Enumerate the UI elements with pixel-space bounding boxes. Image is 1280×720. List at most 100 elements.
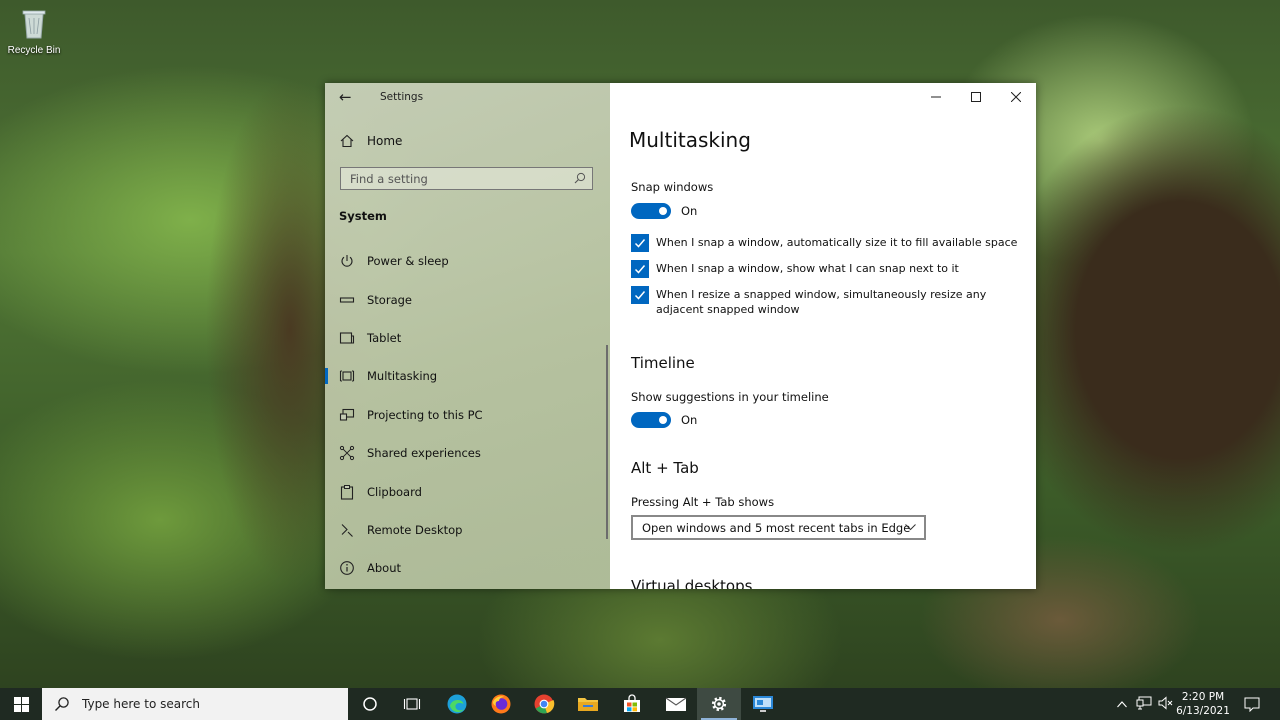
sidebar-item-label: Multitasking: [367, 369, 438, 384]
start-button[interactable]: [0, 688, 42, 720]
settings-content: Multitasking Snap windows On When I snap…: [610, 83, 1036, 589]
alt-tab-dropdown[interactable]: Open windows and 5 most recent tabs in E…: [631, 515, 926, 540]
title-bar[interactable]: ← Settings: [325, 83, 610, 111]
timeline-heading: Timeline: [631, 354, 695, 372]
file-explorer-taskbar-button[interactable]: [566, 688, 610, 720]
recycle-bin-icon: [22, 10, 46, 39]
alt-tab-heading: Alt + Tab: [631, 459, 699, 477]
snap-assist-checkbox[interactable]: [631, 260, 649, 278]
sidebar-item-label: Projecting to this PC: [367, 407, 483, 422]
snap-assist-label: When I snap a window, show what I can sn…: [656, 262, 959, 275]
minimize-icon: [931, 96, 941, 98]
snap-autosize-label: When I snap a window, automatically size…: [656, 236, 1018, 249]
maximize-icon: [971, 92, 981, 102]
snap-resize-checkbox[interactable]: [631, 286, 649, 304]
checkmark-icon: [634, 239, 646, 248]
firefox-taskbar-button[interactable]: [479, 688, 523, 720]
chrome-icon: [534, 694, 555, 714]
sidebar-item-tablet[interactable]: Tablet: [325, 319, 610, 357]
page-title: Multitasking: [629, 128, 751, 152]
nav-home[interactable]: Home: [339, 133, 402, 149]
sidebar-item-remote-desktop[interactable]: Remote Desktop: [325, 511, 610, 549]
taskbar: 2:20 PM 6/13/2021: [0, 688, 1280, 720]
system-tray: [1114, 688, 1174, 720]
sidebar-item-power-sleep[interactable]: Power & sleep: [325, 242, 610, 280]
sidebar-item-label: Clipboard: [367, 484, 422, 499]
maximize-button[interactable]: [956, 83, 996, 111]
nav-list: Power & sleep Storage Tablet Multitaskin…: [325, 242, 610, 588]
search-icon: [55, 697, 69, 711]
store-taskbar-button[interactable]: [610, 688, 654, 720]
chevron-down-icon: [905, 524, 916, 531]
checkmark-icon: [634, 291, 646, 300]
recycle-bin[interactable]: Recycle Bin: [4, 6, 64, 56]
edge-taskbar-button[interactable]: [435, 688, 479, 720]
shared-experiences-icon: [339, 446, 355, 461]
sidebar-item-storage[interactable]: Storage: [325, 280, 610, 318]
timeline-suggestions-label: Show suggestions in your timeline: [631, 390, 829, 404]
close-button[interactable]: [996, 83, 1036, 111]
settings-window: ← Settings Home System Power & sl: [325, 83, 1036, 589]
clock-date: 6/13/2021: [1176, 705, 1230, 717]
alt-tab-label: Pressing Alt + Tab shows: [631, 495, 775, 509]
sidebar-item-label: Storage: [367, 292, 412, 307]
gear-icon: [711, 696, 727, 712]
clock-time: 2:20 PM: [1181, 691, 1225, 703]
taskbar-search-input[interactable]: [80, 696, 344, 712]
timeline-suggestions-toggle[interactable]: [631, 412, 671, 428]
section-label-system: System: [339, 209, 387, 223]
home-icon: [340, 134, 354, 148]
mail-taskbar-button[interactable]: [654, 688, 698, 720]
remote-desktop-icon: [341, 524, 353, 537]
store-bag-icon: [624, 694, 640, 712]
settings-taskbar-button[interactable]: [697, 688, 741, 720]
taskbar-search[interactable]: [42, 688, 348, 720]
snap-windows-label: Snap windows: [631, 180, 714, 194]
snap-autosize-checkbox[interactable]: [631, 234, 649, 252]
timeline-toggle-state: On: [681, 413, 698, 427]
remote-desktop-app-icon: [753, 696, 773, 712]
projecting-icon: [339, 408, 355, 421]
sidebar-item-label: Power & sleep: [367, 254, 449, 269]
chevron-up-icon: [1117, 701, 1127, 708]
show-hidden-icons-button[interactable]: [1114, 697, 1130, 711]
network-icon: [1136, 696, 1152, 709]
settings-sidebar: ← Settings Home System Power & sl: [325, 83, 610, 589]
sidebar-item-multitasking[interactable]: Multitasking: [325, 357, 610, 395]
network-button[interactable]: [1136, 696, 1152, 713]
remote-desktop-taskbar-button[interactable]: [741, 688, 785, 720]
info-icon: [340, 561, 354, 576]
snap-windows-toggle[interactable]: [631, 203, 671, 219]
minimize-button[interactable]: [916, 83, 956, 111]
sidebar-item-clipboard[interactable]: Clipboard: [325, 472, 610, 510]
back-arrow-icon[interactable]: ←: [339, 88, 352, 106]
folder-icon: [578, 698, 598, 711]
app-title: Settings: [380, 91, 424, 103]
cortana-button[interactable]: [348, 688, 392, 720]
sidebar-item-shared-experiences[interactable]: Shared experiences: [325, 434, 610, 472]
find-setting-search[interactable]: [340, 167, 593, 190]
notifications-button[interactable]: [1240, 688, 1264, 720]
power-icon: [341, 255, 353, 267]
search-icon[interactable]: [574, 172, 586, 184]
sidebar-item-about[interactable]: About: [325, 549, 610, 587]
nav-home-label: Home: [367, 134, 403, 148]
sidebar-item-projecting[interactable]: Projecting to this PC: [325, 396, 610, 434]
task-view-button[interactable]: [390, 688, 434, 720]
mail-icon: [665, 697, 687, 711]
firefox-icon: [491, 694, 511, 714]
sidebar-item-label: About: [367, 561, 402, 576]
sidebar-item-label: Shared experiences: [367, 446, 481, 461]
chrome-taskbar-button[interactable]: [522, 688, 566, 720]
taskbar-clock[interactable]: 2:20 PM 6/13/2021: [1170, 690, 1236, 718]
snap-resize-label: When I resize a snapped window, simultan…: [656, 288, 987, 316]
cortana-icon: [363, 697, 377, 711]
find-setting-input[interactable]: [341, 168, 570, 189]
snap-windows-toggle-state: On: [681, 204, 698, 218]
sidebar-item-label: Tablet: [367, 330, 402, 345]
task-view-icon: [403, 698, 421, 710]
window-controls: [916, 83, 1036, 111]
virtual-desktops-heading: Virtual desktops: [631, 577, 753, 589]
storage-icon: [339, 297, 355, 303]
sidebar-scrollbar[interactable]: [606, 345, 608, 539]
